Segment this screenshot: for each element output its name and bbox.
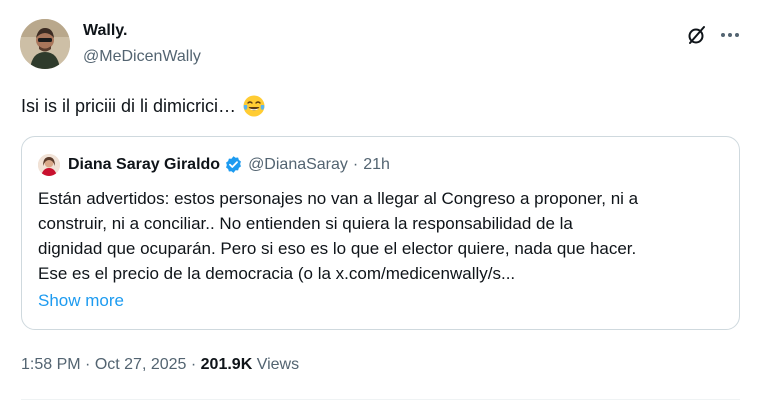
tweet-text: Isi is il priciii di li dimicrici…: [21, 94, 266, 118]
quoted-author-name[interactable]: Diana Saray Giraldo: [68, 156, 220, 174]
views-label: Views: [252, 356, 300, 373]
post-time[interactable]: 1:58 PM: [21, 356, 81, 373]
header-separator: ·: [352, 155, 359, 173]
verified-badge-icon: [224, 155, 243, 174]
show-more-link[interactable]: Show more: [38, 291, 124, 311]
author-avatar[interactable]: [20, 19, 70, 69]
quoted-author-handle[interactable]: @DianaSaray: [248, 156, 348, 174]
quoted-tweet-header: Diana Saray Giraldo @DianaSaray · 21h: [68, 155, 390, 174]
divider: [21, 399, 740, 400]
quoted-text-line: construir, ni a conciliar.. No entienden…: [38, 214, 573, 233]
tweet-meta: 1:58 PM · Oct 27, 2025 · 201.9K Views: [21, 356, 299, 374]
tweet-body: Isi is il priciii di li dimicrici…: [21, 95, 237, 116]
quoted-timestamp[interactable]: 21h: [363, 156, 390, 174]
quoted-text-line: dignidad que ocuparán. Pero si eso es lo…: [38, 239, 637, 258]
author-handle[interactable]: @MeDicenWally: [83, 48, 201, 66]
views-count: 201.9K: [200, 356, 253, 373]
more-icon[interactable]: [720, 27, 740, 43]
grok-icon[interactable]: [686, 24, 708, 46]
quoted-author-avatar[interactable]: [38, 154, 60, 176]
author-name[interactable]: Wally.: [83, 22, 127, 40]
quoted-text-line: Ese es el precio de la democracia (o la …: [38, 264, 516, 283]
quoted-text-line: Están advertidos: estos personajes no va…: [38, 189, 639, 208]
post-date[interactable]: Oct 27, 2025: [95, 356, 187, 373]
tears-of-joy-emoji-icon: [242, 94, 266, 118]
quoted-tweet-card[interactable]: Diana Saray Giraldo @DianaSaray · 21h Es…: [21, 136, 740, 330]
quoted-tweet-body: Están advertidos: estos personajes no va…: [38, 186, 728, 286]
meta-separator: ·: [80, 356, 95, 373]
meta-separator: ·: [186, 356, 201, 373]
